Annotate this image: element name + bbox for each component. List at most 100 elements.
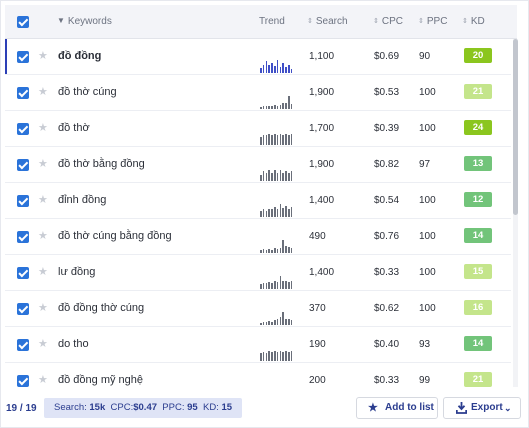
cpc-value: $0.33 bbox=[374, 267, 400, 278]
trend-bar bbox=[265, 172, 268, 181]
keyword-text[interactable]: đồ đồng mỹ nghệ bbox=[58, 374, 143, 386]
kd-badge: 12 bbox=[464, 192, 492, 207]
add-to-list-button[interactable]: ★ Add to list bbox=[356, 397, 438, 419]
row-checkbox[interactable] bbox=[17, 267, 29, 279]
export-button[interactable]: Export ⌄ bbox=[443, 397, 521, 419]
cpc-value: $0.76 bbox=[374, 231, 400, 242]
search-volume: 1,400 bbox=[309, 195, 335, 206]
trend-bar bbox=[282, 134, 284, 145]
keyword-text[interactable]: đồ thờ cúng bbox=[58, 86, 117, 98]
star-icon: ★ bbox=[368, 402, 378, 414]
star-icon[interactable]: ★ bbox=[38, 193, 48, 206]
header-cpc[interactable]: ⇕ CPC bbox=[373, 16, 403, 27]
row-checkbox[interactable] bbox=[17, 123, 29, 135]
trend-bar bbox=[279, 317, 282, 325]
star-icon[interactable]: ★ bbox=[38, 337, 48, 350]
row-checkbox[interactable] bbox=[17, 159, 29, 171]
table-row[interactable]: ★ đỉnh đồng 1,400 $0.54 100 12 bbox=[5, 183, 511, 219]
keyword-text[interactable]: lư đồng bbox=[58, 266, 95, 278]
table-row[interactable]: ★ đồ đồng mỹ nghệ 200 $0.33 99 21 bbox=[5, 363, 511, 387]
table-row[interactable]: ★ đồ thờ cúng bằng đồng 490 $0.76 100 14 bbox=[5, 219, 511, 255]
header-search[interactable]: ⇕ Search bbox=[307, 16, 348, 27]
table-row[interactable]: ★ đồ đồng 1,100 $0.69 90 20 bbox=[5, 39, 511, 75]
star-icon[interactable]: ★ bbox=[38, 85, 48, 98]
trend-bar bbox=[265, 322, 268, 325]
kd-badge: 16 bbox=[464, 300, 492, 315]
trend-bar bbox=[290, 248, 293, 253]
row-checkbox[interactable] bbox=[17, 195, 29, 207]
trend-bar bbox=[285, 280, 287, 289]
search-volume: 1,900 bbox=[309, 159, 335, 170]
trend-bar bbox=[271, 106, 273, 109]
trend-sparkline bbox=[260, 305, 294, 325]
trend-bar bbox=[260, 250, 262, 253]
table-row[interactable]: ★ do tho 190 $0.40 93 14 bbox=[5, 327, 511, 363]
trend-bar bbox=[279, 133, 282, 145]
cpc-value: $0.62 bbox=[374, 303, 400, 314]
ppc-value: 100 bbox=[419, 303, 436, 314]
star-icon[interactable]: ★ bbox=[38, 265, 48, 278]
summary-stats: Search: 15k CPC:$0.47 PPC: 95 KD: 15 bbox=[44, 398, 243, 418]
star-icon[interactable]: ★ bbox=[38, 301, 48, 314]
keyword-text[interactable]: đồ đồng bbox=[58, 50, 101, 62]
table-row[interactable]: ★ đồ thờ cúng 1,900 $0.53 100 21 bbox=[5, 75, 511, 111]
keyword-text[interactable]: đồ thờ bằng đồng bbox=[58, 158, 145, 170]
trend-bar bbox=[276, 172, 279, 181]
select-all-checkbox[interactable] bbox=[17, 16, 29, 28]
table-row[interactable]: ★ đồ thờ 1,700 $0.39 100 24 bbox=[5, 111, 511, 147]
trend-bar bbox=[268, 105, 270, 109]
trend-bar bbox=[271, 172, 273, 181]
row-checkbox[interactable] bbox=[17, 303, 29, 315]
search-volume: 490 bbox=[309, 231, 326, 242]
star-icon[interactable]: ★ bbox=[38, 157, 48, 170]
row-checkbox[interactable] bbox=[17, 51, 29, 63]
table-row[interactable]: ★ đồ thờ bằng đồng 1,900 $0.82 97 13 bbox=[5, 147, 511, 183]
trend-bar bbox=[274, 169, 276, 181]
scrollbar-thumb[interactable] bbox=[513, 39, 518, 215]
keyword-text[interactable]: do tho bbox=[58, 338, 89, 350]
trend-bar bbox=[276, 105, 279, 109]
search-volume: 1,700 bbox=[309, 123, 335, 134]
trend-bar bbox=[285, 67, 287, 73]
keyword-text[interactable]: đỉnh đồng bbox=[58, 194, 106, 206]
trend-bar bbox=[271, 134, 273, 145]
trend-bar bbox=[290, 207, 293, 217]
cpc-value: $0.39 bbox=[374, 123, 400, 134]
trend-bar bbox=[279, 104, 282, 109]
trend-bar bbox=[276, 351, 279, 361]
trend-bar bbox=[276, 319, 279, 325]
star-icon[interactable]: ★ bbox=[38, 373, 48, 386]
row-checkbox[interactable] bbox=[17, 231, 29, 243]
table-body: ★ đồ đồng 1,100 $0.69 90 20 ★ đồ thờ cúng 1,900 $… bbox=[5, 39, 511, 387]
trend-bar bbox=[290, 104, 293, 109]
trend-bar bbox=[285, 102, 287, 109]
scrollbar[interactable] bbox=[513, 39, 518, 387]
trend-bar bbox=[288, 319, 290, 325]
trend-sparkline bbox=[260, 53, 294, 73]
header-ppc[interactable]: ⇕ PPC bbox=[418, 16, 447, 27]
trend-bar bbox=[276, 282, 279, 289]
header-kd[interactable]: ⇕ KD bbox=[462, 16, 485, 27]
table-row[interactable]: ★ đồ đồng thờ cúng 370 $0.62 100 16 bbox=[5, 291, 511, 327]
star-icon[interactable]: ★ bbox=[38, 121, 48, 134]
trend-bar bbox=[260, 106, 262, 109]
row-checkbox[interactable] bbox=[17, 339, 29, 351]
trend-bar bbox=[268, 64, 270, 73]
header-keywords[interactable]: ▼ Keywords bbox=[57, 16, 112, 27]
trend-sparkline bbox=[260, 197, 294, 217]
trend-bar bbox=[260, 175, 262, 181]
row-checkbox[interactable] bbox=[17, 87, 29, 99]
keyword-text[interactable]: đồ thờ bbox=[58, 122, 90, 134]
keyword-text[interactable]: đồ đồng thờ cúng bbox=[58, 302, 144, 314]
trend-bar bbox=[274, 133, 276, 145]
trend-bar bbox=[268, 248, 270, 253]
chevron-down-icon: ⌄ bbox=[504, 403, 512, 413]
trend-bar bbox=[268, 133, 270, 145]
star-icon[interactable]: ★ bbox=[38, 229, 48, 242]
keyword-text[interactable]: đồ thờ cúng bằng đồng bbox=[58, 230, 172, 242]
star-icon[interactable]: ★ bbox=[38, 49, 48, 62]
trend-bar bbox=[260, 68, 262, 73]
row-checkbox[interactable] bbox=[17, 375, 29, 387]
trend-bar bbox=[262, 170, 265, 181]
table-row[interactable]: ★ lư đồng 1,400 $0.33 100 15 bbox=[5, 255, 511, 291]
